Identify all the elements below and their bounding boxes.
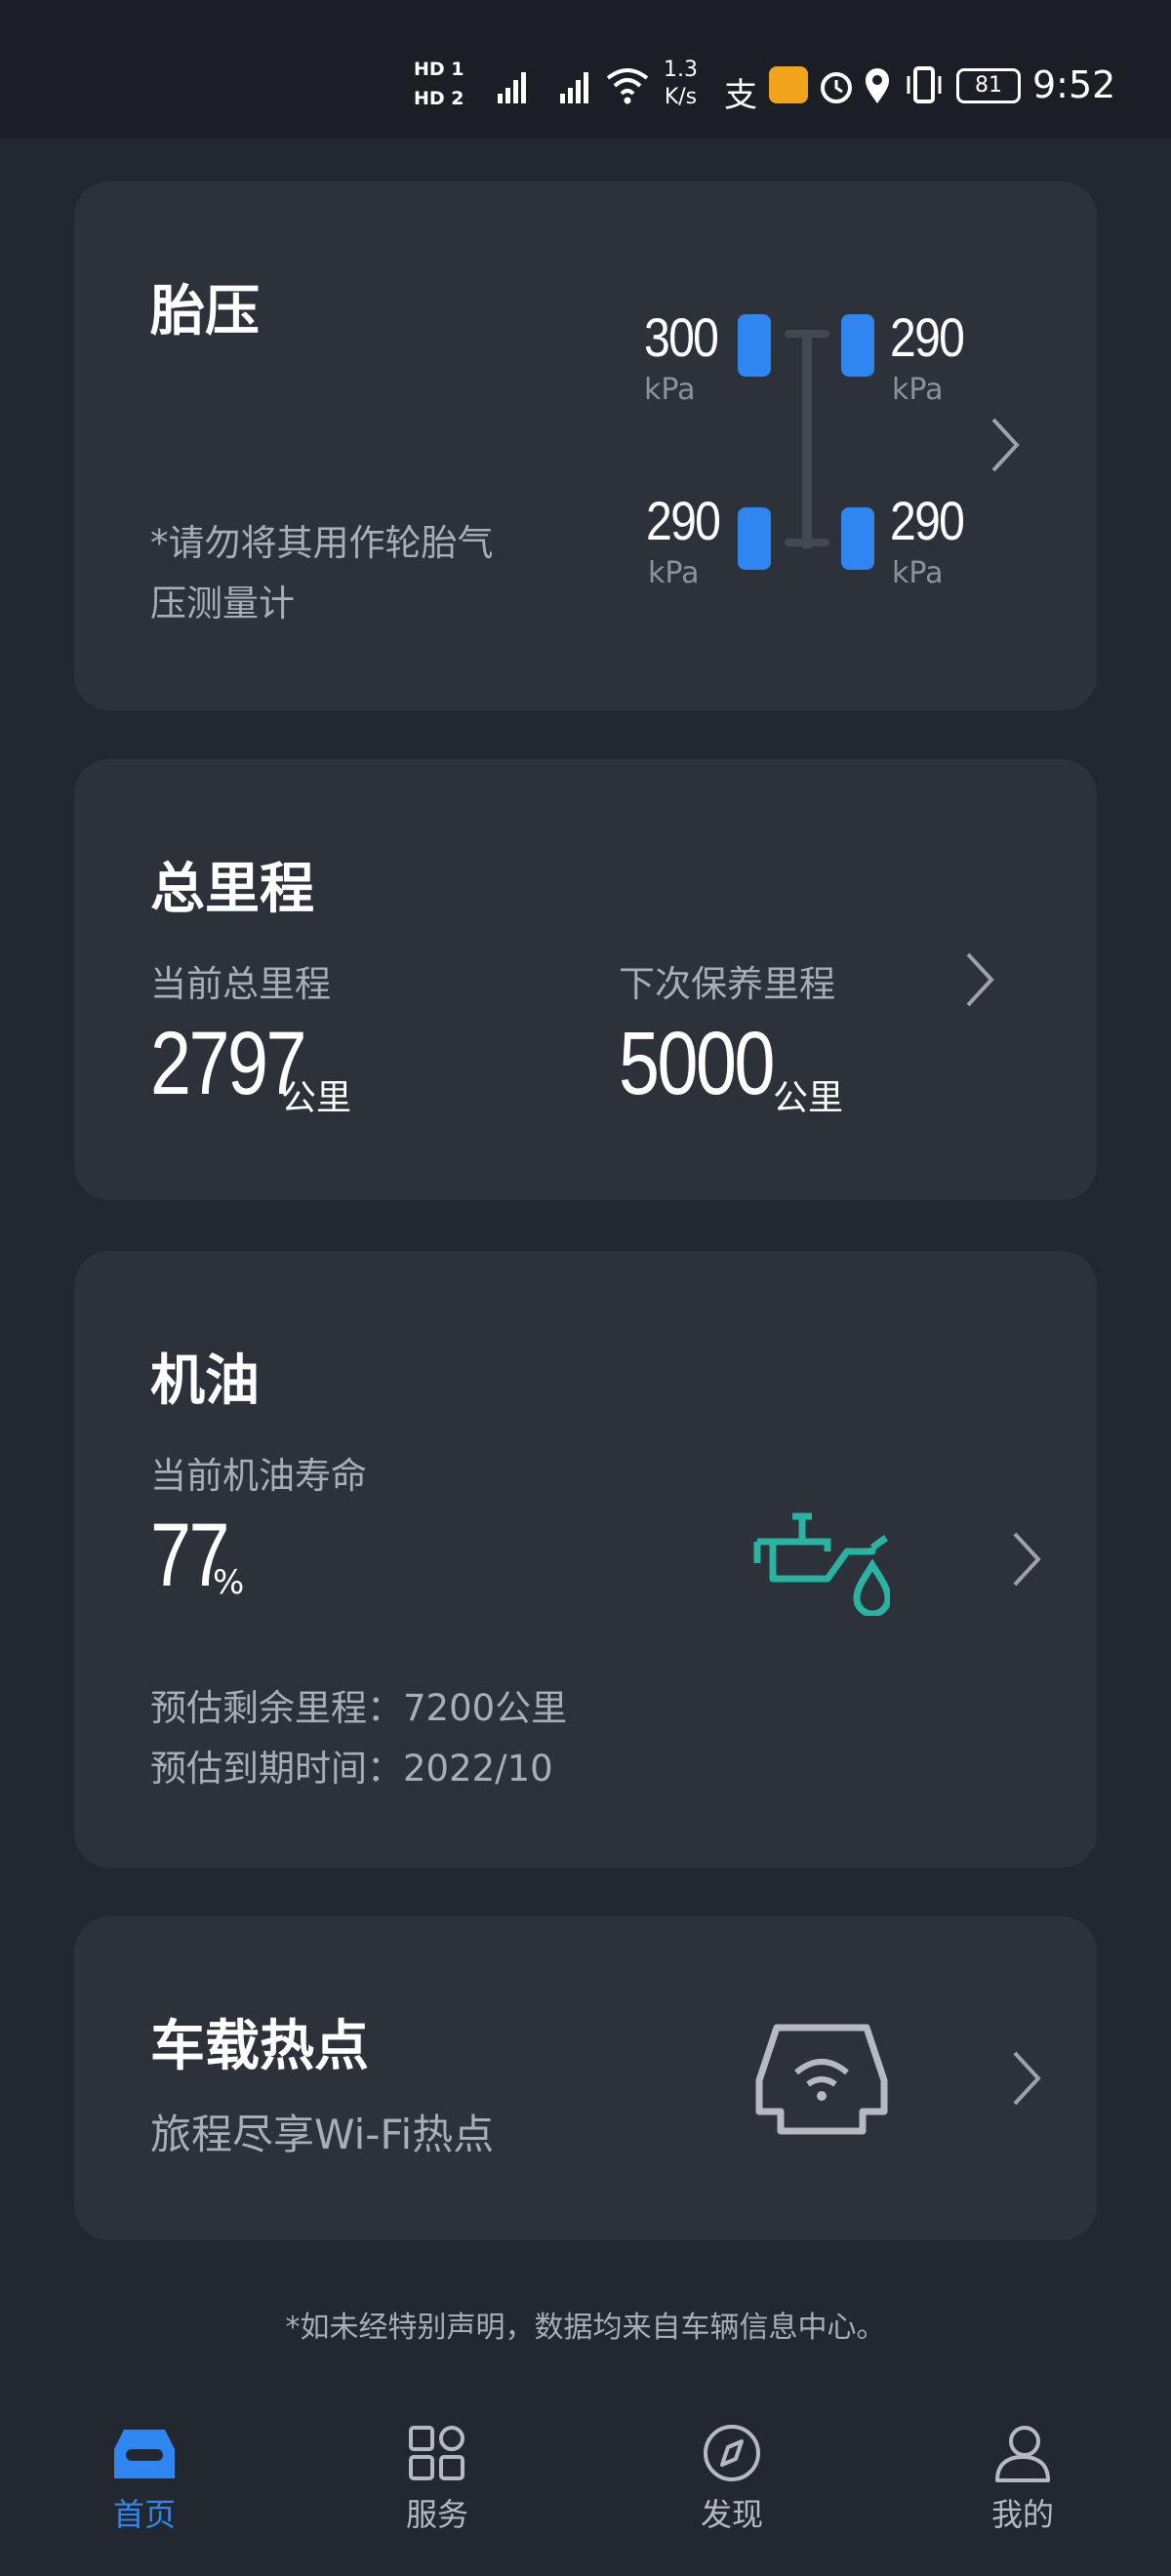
app-screen: HD 1 HD 2 1.3 K/s 支 81 9:52 胎压 *请勿将其用作轮胎… [0,0,1171,2576]
tire-rear-left-unit: kPa [648,556,700,590]
hotspot-title: 车载热点 [150,2015,369,2078]
tire-front-right-unit: kPa [892,373,944,407]
bottom-tab-bar: 首页 服务 发现 我的 [0,2400,1171,2576]
compass-icon [704,2425,760,2481]
battery-indicator: 81 [956,68,1021,103]
car-wifi-icon [755,2024,888,2135]
mileage-card[interactable]: 总里程 当前总里程 2797 公里 下次保养里程 5000 公里 [74,759,1097,1200]
next-service-unit: 公里 [773,1078,844,1118]
grid-icon [409,2426,464,2480]
tire-rear-right-unit: kPa [892,556,944,590]
oil-life-unit: % [213,1563,245,1602]
wifi-icon [606,68,649,104]
tire-pressure-card[interactable]: 胎压 *请勿将其用作轮胎气压测量计 300 kPa 290 kPa 290 kP… [74,181,1097,710]
chevron-right-icon[interactable] [962,950,997,1009]
oil-title: 机油 [150,1349,260,1413]
hd2-label: HD 2 [414,88,464,109]
car-axle-diagram [738,314,874,570]
network-speed: 1.3 K/s [664,57,698,111]
tire-note: *请勿将其用作轮胎气压测量计 [150,522,494,624]
clock: 9:52 [1032,63,1116,106]
alipay-icon: 支 [724,76,757,115]
next-service-label: 下次保养里程 [619,963,835,1005]
tire-rear-right-value: 290 [890,490,965,551]
signal-icon [498,72,526,103]
tab-discover[interactable]: 发现 [654,2424,810,2535]
tire-rear-left-icon [738,507,771,570]
tab-services-label: 服务 [405,2496,468,2533]
tab-home-label: 首页 [112,2496,176,2533]
tire-front-left-value: 300 [644,306,719,368]
tab-profile[interactable]: 我的 [945,2424,1101,2535]
vibrate-icon [907,66,942,103]
axle-shaft [802,334,812,548]
mail-icon [769,66,808,103]
oil-due-date: 预估到期时间：2022/10 [150,1748,553,1790]
tire-front-right-icon [841,314,874,377]
tire-front-left-icon [738,314,771,377]
hotspot-subtitle: 旅程尽享Wi-Fi热点 [150,2111,495,2158]
current-mileage-label: 当前总里程 [150,963,331,1005]
tab-services[interactable]: 服务 [359,2424,515,2535]
tire-rear-right-icon [841,507,874,570]
hotspot-card[interactable]: 车载热点 旅程尽享Wi-Fi热点 [74,1916,1097,2240]
tab-profile-label: 我的 [990,2496,1054,2533]
speed-unit: K/s [664,85,698,109]
mileage-title: 总里程 [150,858,314,921]
tire-front-left-unit: kPa [644,373,696,407]
oil-card[interactable]: 机油 当前机油寿命 77 % 预估剩余里程：7200公里 预估到期时间：2022… [74,1251,1097,1868]
tab-home[interactable]: 首页 [66,2424,222,2535]
oil-life-label: 当前机油寿命 [150,1455,367,1497]
car-icon [114,2430,175,2478]
chevron-right-icon[interactable] [1009,1530,1044,1589]
person-icon [995,2426,1050,2482]
status-bar: HD 1 HD 2 1.3 K/s 支 81 9:52 [0,0,1171,139]
speed-value: 1.3 [664,58,698,82]
current-mileage-unit: 公里 [281,1078,352,1118]
data-source-footnote: *如未经特别声明，数据均来自车辆信息中心。 [285,2311,886,2345]
front-axle-bar [785,330,829,338]
signal-icon-2 [560,72,588,103]
tab-discover-label: 发现 [700,2496,763,2533]
location-icon [866,68,889,103]
next-service-value: 5000 [619,1014,775,1113]
oil-can-icon [753,1512,890,1616]
hd1-label: HD 1 [414,59,464,80]
rear-axle-bar [785,539,829,546]
tire-rear-left-value: 290 [646,490,721,551]
chevron-right-icon[interactable] [1009,2049,1044,2108]
tire-title: 胎压 [150,280,260,343]
alarm-icon [821,72,852,103]
chevron-right-icon[interactable] [988,416,1023,474]
tire-front-right-value: 290 [890,306,965,368]
hd-indicator: HD 1 HD 2 [414,55,464,113]
oil-remaining-mileage: 预估剩余里程：7200公里 [150,1687,568,1729]
